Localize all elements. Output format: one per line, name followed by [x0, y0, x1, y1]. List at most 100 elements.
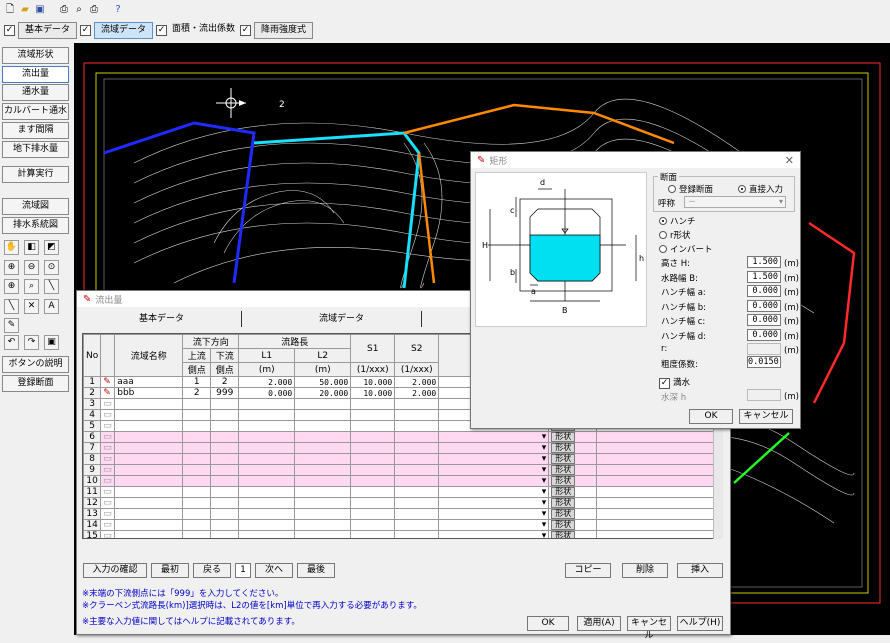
save-icon[interactable]: ▣ [34, 4, 46, 16]
downstream-cell[interactable] [210, 519, 240, 531]
field-input[interactable]: 0.000 [747, 285, 781, 297]
s2-cell[interactable] [394, 409, 440, 421]
basin-name-cell[interactable] [114, 486, 184, 498]
dropdown-arrow-icon[interactable]: ▾ [542, 443, 547, 453]
l2-cell[interactable] [294, 464, 352, 476]
l2-cell[interactable] [294, 453, 352, 465]
shape-button[interactable]: 形状 [551, 509, 576, 519]
shape-cell[interactable]: 形状 [548, 519, 598, 531]
table-row[interactable]: 7 ▭ ▾ 形状 [83, 442, 721, 454]
line-icon[interactable]: ╲ [44, 279, 59, 294]
l2-cell[interactable] [294, 442, 352, 454]
s1-cell[interactable] [350, 475, 396, 487]
l1-cell[interactable] [238, 420, 296, 432]
row-icon[interactable]: ▭ [100, 497, 116, 509]
water-depth-input[interactable] [747, 389, 781, 401]
upstream-cell[interactable] [182, 442, 212, 454]
sidebar-item-inlet-spacing[interactable]: ます間隔 [2, 122, 69, 139]
s2-cell[interactable] [394, 519, 440, 531]
basin-name-cell[interactable]: aaa [114, 376, 184, 388]
l1-cell[interactable] [238, 530, 296, 538]
basin-name-cell[interactable] [114, 420, 184, 432]
delete-button[interactable]: 削除 [622, 563, 668, 578]
basin-name-cell[interactable] [114, 398, 184, 410]
calculate-button[interactable]: 計算実行 [2, 166, 69, 183]
s2-cell[interactable] [394, 530, 440, 538]
l1-cell[interactable] [238, 453, 296, 465]
shape-cell[interactable]: 形状 [548, 475, 598, 487]
l1-cell[interactable] [238, 497, 296, 509]
basin-map-button[interactable]: 流域図 [2, 198, 69, 215]
basin-name-cell[interactable] [114, 442, 184, 454]
l1-cell[interactable] [238, 409, 296, 421]
dropdown-arrow-icon[interactable]: ▾ [542, 531, 547, 538]
l1-cell[interactable] [238, 486, 296, 498]
redo-icon[interactable]: ↷ [24, 335, 39, 350]
upstream-cell[interactable] [182, 453, 212, 465]
l1-cell[interactable]: 2.000 [238, 376, 296, 388]
shape-button[interactable]: 形状 [551, 465, 576, 475]
l1-cell[interactable]: 0.000 [238, 387, 296, 399]
l2-cell[interactable] [294, 475, 352, 487]
row-icon[interactable]: ▭ [100, 409, 116, 421]
l2-cell[interactable] [294, 398, 352, 410]
downstream-cell[interactable] [210, 420, 240, 432]
layer-icon[interactable]: ◧ [24, 240, 39, 255]
l2-cell[interactable] [294, 486, 352, 498]
tail-cell[interactable] [596, 475, 721, 487]
next-page-button[interactable]: 次へ [255, 563, 293, 578]
row-icon[interactable]: ▭ [100, 519, 116, 531]
field-input[interactable]: 1.500 [747, 256, 781, 268]
s2-cell[interactable] [394, 420, 440, 432]
table-row[interactable]: 14 ▭ ▾ 形状 [83, 519, 721, 531]
basin-name-cell[interactable] [114, 530, 184, 538]
tail-cell[interactable] [596, 442, 721, 454]
delete-shape-icon[interactable]: ✕ [24, 299, 39, 314]
s2-cell[interactable] [394, 464, 440, 476]
zoom-all-icon[interactable]: ⊕ [4, 279, 19, 294]
field-input[interactable]: 0.000 [747, 314, 781, 326]
table-row[interactable]: 11 ▭ ▾ 形状 [83, 486, 721, 498]
row-icon[interactable]: ▭ [100, 420, 116, 432]
registered-section-button[interactable]: 登録断面 [2, 375, 69, 392]
upstream-cell[interactable] [182, 409, 212, 421]
upstream-cell[interactable] [182, 464, 212, 476]
downstream-cell[interactable]: 999 [210, 387, 240, 399]
roughness-input[interactable]: 0.0150 [747, 356, 781, 368]
page-number-field[interactable]: 1 [235, 563, 251, 578]
basin-name-cell[interactable] [114, 409, 184, 421]
sidebar-item-culvert[interactable]: カルバート通水 [2, 103, 69, 120]
cancel-button[interactable]: キャンセル [627, 616, 671, 641]
s1-cell[interactable] [350, 508, 396, 520]
row-icon[interactable]: ▭ [100, 508, 116, 520]
dropdown-arrow-icon[interactable]: ▾ [542, 454, 547, 464]
basin-name-cell[interactable] [114, 519, 184, 531]
s2-cell[interactable] [394, 453, 440, 465]
dropdown-arrow-icon[interactable]: ▾ [542, 487, 547, 497]
upstream-cell[interactable] [182, 475, 212, 487]
upstream-cell[interactable] [182, 398, 212, 410]
row-icon[interactable]: ▭ [100, 486, 116, 498]
l1-cell[interactable] [238, 508, 296, 520]
row-icon[interactable]: ▭ [100, 464, 116, 476]
registered-section-radio[interactable]: 登録断面 [668, 183, 713, 195]
tail-cell[interactable] [596, 464, 721, 476]
s2-cell[interactable] [394, 398, 440, 410]
extra-cell[interactable]: ▾ [438, 431, 550, 443]
s2-cell[interactable] [394, 486, 440, 498]
upstream-cell[interactable] [182, 486, 212, 498]
dropdown-arrow-icon[interactable]: ▾ [542, 520, 547, 530]
basin-name-cell[interactable] [114, 453, 184, 465]
extra-cell[interactable]: ▾ [438, 464, 550, 476]
extra-cell[interactable]: ▾ [438, 497, 550, 509]
s1-cell[interactable] [350, 464, 396, 476]
upstream-cell[interactable] [182, 497, 212, 509]
row-icon[interactable]: ▭ [100, 398, 116, 410]
sidebar-item-runoff[interactable]: 流出量 [2, 66, 69, 83]
s1-cell[interactable] [350, 453, 396, 465]
extra-cell[interactable]: ▾ [438, 486, 550, 498]
s2-cell[interactable]: 2.000 [394, 387, 440, 399]
s1-cell[interactable] [350, 442, 396, 454]
shape-cell[interactable]: 形状 [548, 442, 598, 454]
extra-cell[interactable]: ▾ [438, 453, 550, 465]
